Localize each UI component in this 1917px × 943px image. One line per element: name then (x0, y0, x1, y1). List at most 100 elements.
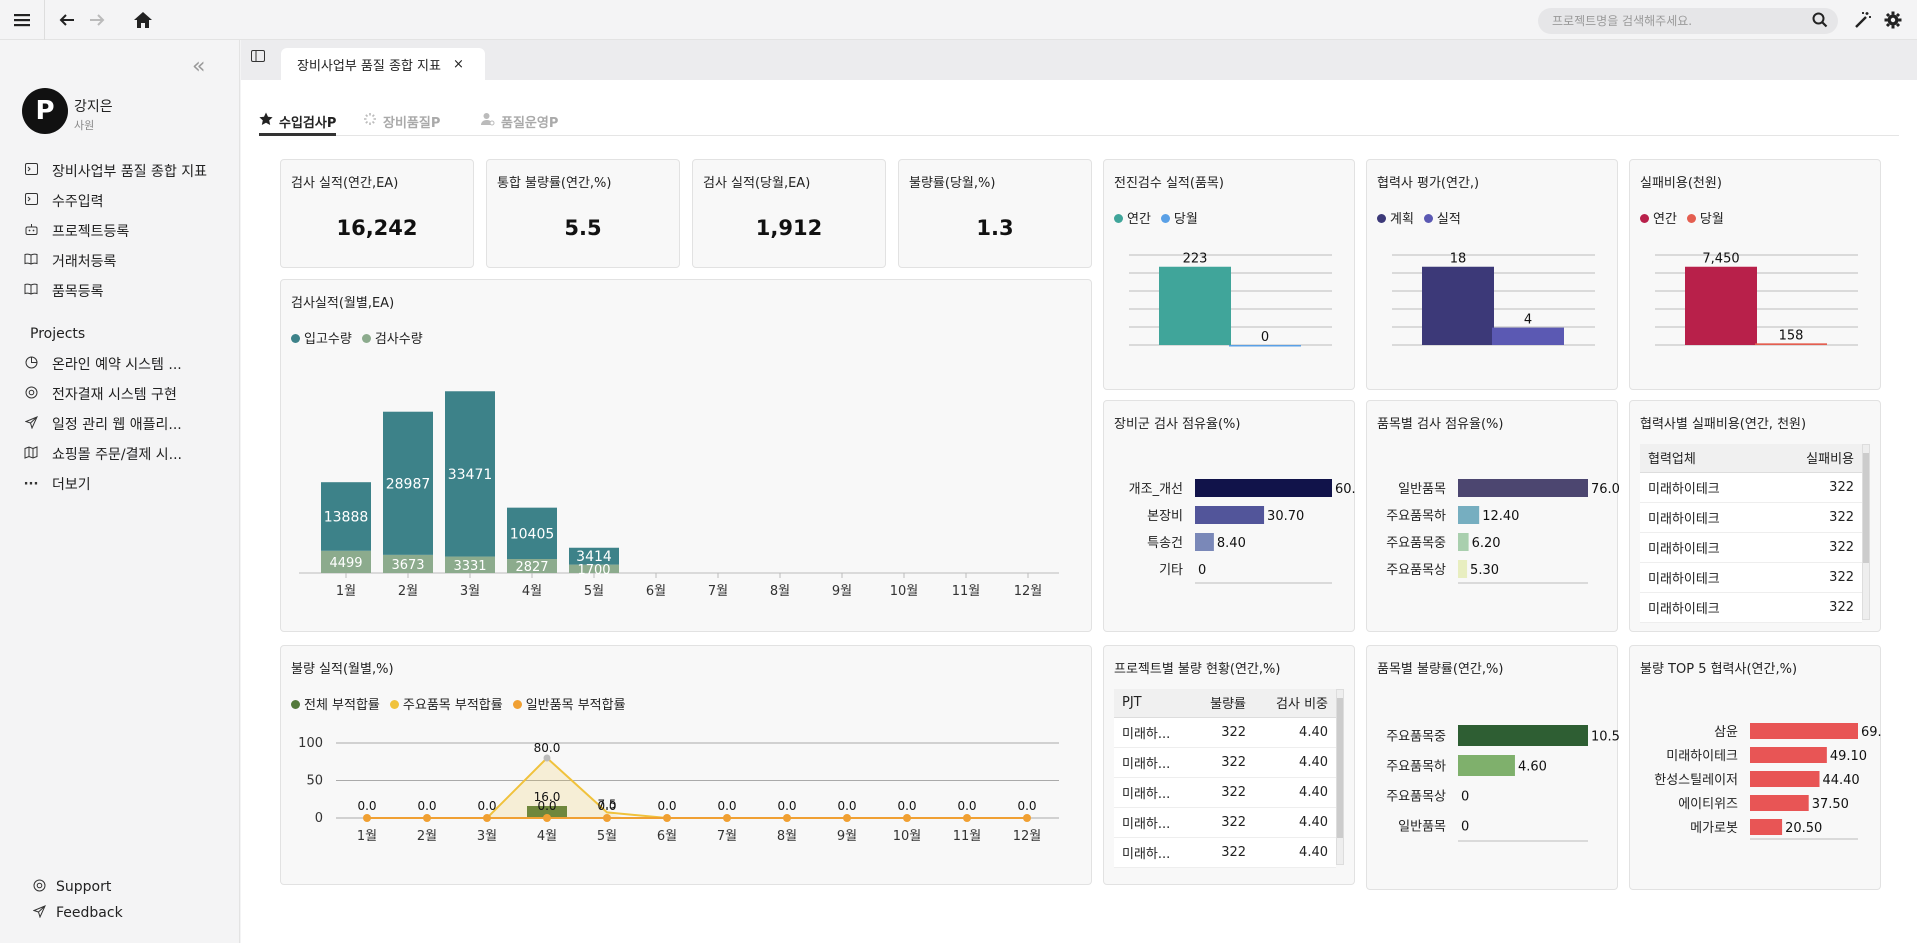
sidebar-item-client-register[interactable]: 거래처등록 (22, 250, 116, 272)
hbar (1750, 723, 1858, 739)
data-label: 18 (1450, 252, 1467, 267)
column-header[interactable]: 검사 비중 (1254, 689, 1336, 718)
hbar (1458, 479, 1588, 497)
avatar[interactable]: P (22, 88, 68, 134)
send-icon (30, 904, 48, 922)
lifebuoy-icon (30, 879, 48, 896)
table-row[interactable]: 미래하이테크 322 (1640, 532, 1862, 563)
failure-cost-chart: 7,450 158 (1655, 252, 1858, 346)
table-row[interactable]: 미래하이테크 322 (1640, 562, 1862, 593)
column-header[interactable]: 실패비용 (1768, 444, 1862, 473)
project-label: 전자결재 시스템 구현 (52, 387, 177, 403)
table-row[interactable]: 미래하... 322 4.40 (1114, 717, 1336, 748)
column-header[interactable]: PJT (1114, 689, 1192, 718)
settings-gear-icon[interactable] (1881, 8, 1905, 32)
hbar (1458, 755, 1515, 776)
subtab-quality-operation[interactable]: 품질운영P (481, 112, 558, 136)
category-label: 일반품목 (1398, 482, 1446, 497)
x-tick-label: 4월 (537, 829, 557, 844)
search-input[interactable] (1552, 12, 1802, 30)
kpi-title: 불량률(당월,%) (909, 176, 996, 191)
project-label: 더보기 (52, 477, 91, 493)
book-icon (22, 283, 40, 299)
table-scrollbar[interactable] (1336, 689, 1344, 865)
hbar (1195, 533, 1214, 551)
project-item-reservation[interactable]: 온라인 예약 시스템 ... (22, 353, 182, 375)
category-label: 미래하이테크 (1666, 749, 1738, 764)
hamburger-menu-icon[interactable] (10, 8, 34, 32)
kpi-card-annual-inspection: 검사 실적(연간,EA) 16,242 (280, 159, 474, 268)
point-general-defect (663, 814, 671, 822)
point-general-defect (363, 814, 371, 822)
support-link[interactable]: Support (30, 876, 111, 898)
table-cell: 322 (1768, 562, 1862, 593)
table-row[interactable]: 미래하... 322 4.40 (1114, 837, 1336, 868)
main-area: 장비사업부 품질 종합 지표 × 수입검사P 장비품질P 품질운영P 검사 실적… (241, 40, 1917, 943)
category-label: 본장비 (1147, 509, 1183, 524)
table-cell: 미래하... (1114, 777, 1192, 808)
column-header[interactable]: 협력업체 (1640, 444, 1769, 473)
category-label: 개조_개선 (1129, 482, 1183, 497)
project-item-approval[interactable]: 전자결재 시스템 구현 (22, 383, 177, 405)
project-item-more[interactable]: ··· 더보기 (22, 473, 91, 495)
item-share-card: 품목별 검사 점유율(%) 일반품목76.08주요품목하12.40주요품목중6.… (1366, 400, 1619, 632)
column-header[interactable]: 불량률 (1191, 689, 1255, 718)
table-row[interactable]: 미래하이테크 322 (1640, 592, 1862, 623)
monthly-defect-card: 불량 실적(월별,%) 전체 부적합률 주요품목 부적합률 일반품목 부적합률 … (280, 645, 1092, 885)
magic-wand-icon[interactable] (1851, 8, 1875, 32)
tab-quality-dashboard[interactable]: 장비사업부 품질 종합 지표 × (281, 48, 485, 80)
search-icon[interactable] (1812, 12, 1828, 32)
project-defect-table-card: 프로젝트별 불량 현황(연간,%) PJT 불량률 검사 비중 미래하... 32… (1103, 645, 1355, 885)
data-label: 4.60 (1518, 760, 1547, 775)
table-row[interactable]: 미래하이테크 322 (1640, 472, 1862, 503)
toggle-panel-icon[interactable] (251, 50, 265, 66)
category-label: 주요품목하 (1386, 509, 1446, 524)
forward-arrow-icon[interactable] (85, 8, 109, 32)
project-item-shopping[interactable]: 쇼핑몰 주문/결제 시... (22, 443, 182, 465)
category-label: 특송건 (1147, 536, 1183, 551)
project-label: 쇼핑몰 주문/결제 시... (52, 447, 183, 463)
bar-current (1492, 327, 1564, 345)
x-tick-label: 10월 (893, 829, 922, 844)
bar-annual (1159, 266, 1231, 345)
data-label: 0 (1261, 330, 1269, 345)
table-row[interactable]: 미래하... 322 4.40 (1114, 807, 1336, 838)
table-cell: 미래하... (1114, 807, 1192, 838)
table-row[interactable]: 미래하이테크 322 (1640, 502, 1862, 533)
partner-cost-table: 협력업체 실패비용 미래하이테크 322 미래하이테크 322 미래하이테크 322 … (1640, 444, 1862, 623)
data-label: 4499 (329, 556, 362, 571)
x-tick-label: 6월 (646, 584, 666, 599)
data-label: 0.0 (957, 799, 976, 813)
sidebar-item-project-register[interactable]: 프로젝트등록 (22, 220, 129, 242)
feedback-link[interactable]: Feedback (30, 902, 123, 924)
kpi-card-annual-defect-rate: 통합 불량률(연간,%) 5.5 (486, 159, 680, 268)
close-tab-icon[interactable]: × (453, 57, 464, 72)
monthly-inspection-chart: 13888 4499 1월 28987 3673 2월 33471 3331 3월 10405 28… (299, 391, 1059, 599)
sidebar-item-item-register[interactable]: 품목등록 (22, 280, 104, 302)
data-label: 158 (1779, 328, 1804, 343)
category-label: 주요품목중 (1386, 536, 1446, 551)
terminal-icon (22, 193, 40, 209)
x-tick-label: 9월 (837, 829, 857, 844)
category-label: 삼윤 (1714, 725, 1738, 740)
subtab-incoming-inspection[interactable]: 수입검사P (259, 112, 337, 136)
table-scrollbar[interactable] (1862, 444, 1870, 620)
back-arrow-icon[interactable] (55, 8, 79, 32)
home-icon[interactable] (131, 8, 155, 32)
data-label: 20.50 (1785, 821, 1822, 836)
collapse-sidebar-icon[interactable]: « (192, 54, 205, 79)
data-label: 0.0 (837, 799, 856, 813)
subtab-equipment-quality[interactable]: 장비품질P (363, 112, 440, 136)
hbar (1195, 506, 1265, 524)
sidebar-item-quality-dashboard[interactable]: 장비사업부 품질 종합 지표 (22, 160, 207, 182)
data-label: 44.40 (1822, 773, 1859, 788)
star-icon (259, 112, 273, 130)
table-row[interactable]: 미래하... 322 4.40 (1114, 747, 1336, 778)
data-label: 33471 (448, 467, 493, 483)
project-item-schedule[interactable]: 일정 관리 웹 애플리... (22, 413, 182, 435)
sidebar-item-order-entry[interactable]: 수주입력 (22, 190, 104, 212)
project-search (1538, 8, 1838, 34)
data-label: 223 (1183, 252, 1208, 267)
user-gear-icon (481, 112, 495, 130)
table-row[interactable]: 미래하... 322 4.40 (1114, 777, 1336, 808)
